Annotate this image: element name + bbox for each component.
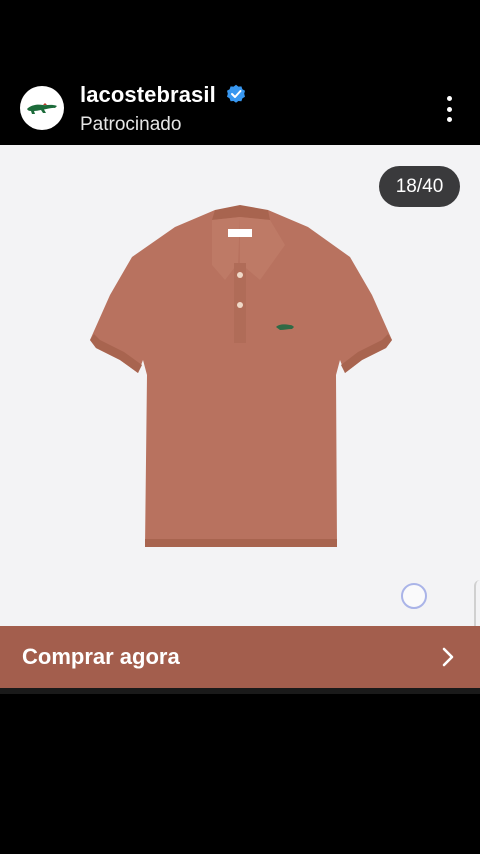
post-header: lacostebrasil Patrocinado — [0, 70, 480, 145]
crocodile-logo-icon — [27, 103, 57, 114]
app-screen: lacostebrasil Patrocinado 18/40 Comprar … — [0, 0, 480, 854]
sponsored-label: Patrocinado — [80, 114, 182, 135]
touch-indicator — [401, 583, 427, 609]
divider — [0, 688, 480, 694]
product-image-polo-shirt — [90, 205, 392, 547]
carousel-media[interactable]: 18/40 — [0, 145, 480, 626]
shop-now-button[interactable]: Comprar agora — [0, 626, 480, 688]
account-username[interactable]: lacostebrasil — [80, 82, 216, 108]
carousel-counter: 18/40 — [379, 166, 460, 207]
verified-badge-icon — [227, 84, 245, 103]
shop-now-label: Comprar agora — [22, 644, 180, 669]
avatar[interactable] — [20, 86, 64, 130]
more-vertical-icon[interactable] — [436, 94, 462, 124]
scroll-edge-handle[interactable] — [474, 580, 480, 626]
chevron-right-icon — [442, 647, 454, 667]
